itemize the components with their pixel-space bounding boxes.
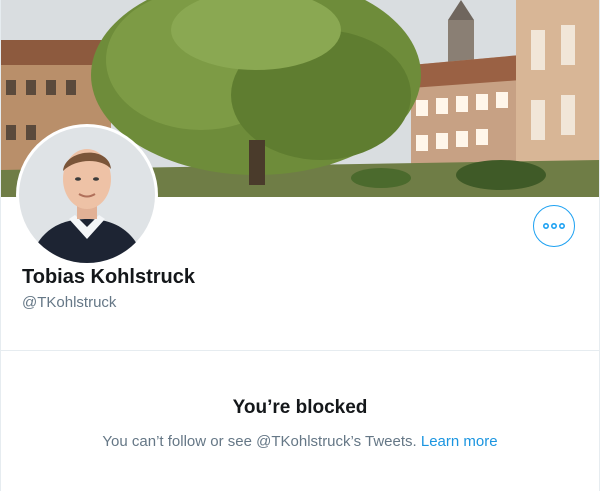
section-divider xyxy=(1,350,599,351)
profile-avatar[interactable] xyxy=(16,124,158,266)
profile-display-name: Tobias Kohlstruck xyxy=(22,266,195,288)
more-horizontal-icon xyxy=(543,222,565,230)
blocked-message-text: You can’t follow or see @TKohlstruck’s T… xyxy=(102,433,417,450)
learn-more-link[interactable]: Learn more xyxy=(421,433,498,450)
blocked-message: You can’t follow or see @TKohlstruck’s T… xyxy=(1,433,599,450)
blocked-title: You’re blocked xyxy=(232,397,368,418)
profile-handle: @TKohlstruck xyxy=(22,294,117,311)
more-options-button[interactable] xyxy=(533,205,575,247)
profile-page: Tobias Kohlstruck @TKohlstruck You’re bl… xyxy=(0,0,600,491)
